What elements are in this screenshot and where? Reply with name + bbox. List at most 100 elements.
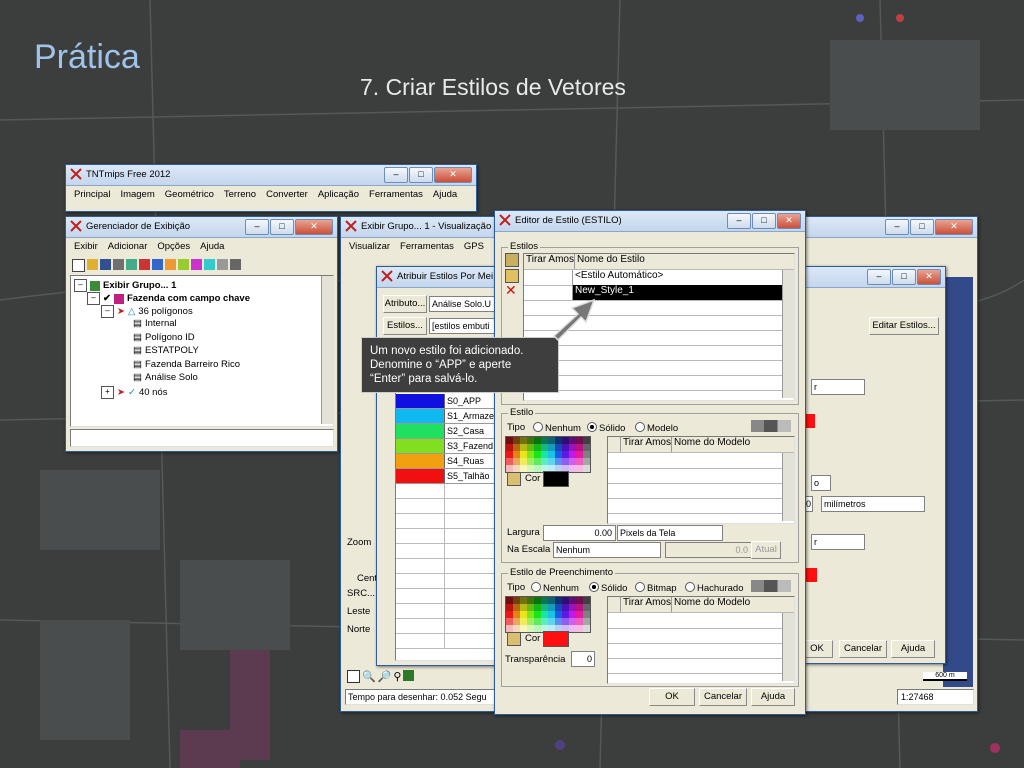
menu-ajuda[interactable]: Ajuda	[200, 241, 224, 252]
minimize-button[interactable]: –	[245, 219, 269, 235]
palette-swatch[interactable]	[569, 611, 576, 618]
menu-adicionar[interactable]: Adicionar	[108, 241, 148, 252]
palette-swatch[interactable]	[548, 604, 555, 611]
palette-swatch[interactable]	[506, 451, 513, 458]
palette-swatch[interactable]	[513, 625, 520, 632]
fill-color-palette[interactable]	[505, 596, 591, 633]
palette-swatch[interactable]	[583, 437, 590, 444]
layer-icon[interactable]	[347, 670, 360, 683]
style-assignment-row[interactable]: S5_Talhão	[396, 469, 494, 484]
transparency-input[interactable]: 0	[571, 651, 595, 667]
close-button[interactable]: ✕	[777, 213, 801, 229]
fill-select[interactable]: r	[811, 534, 865, 550]
style-name-editing[interactable]: New_Style_1	[573, 285, 794, 300]
palette-swatch[interactable]	[562, 437, 569, 444]
palette-swatch[interactable]	[583, 597, 590, 604]
palette-swatch[interactable]	[520, 458, 527, 465]
style-assignment-row[interactable]: S2_Casa	[396, 424, 494, 439]
tree-nodes[interactable]: + ➤ ✓ 40 nós	[101, 386, 167, 399]
radio-icon[interactable]	[533, 422, 543, 432]
extent-icon[interactable]	[403, 670, 415, 681]
palette-swatch[interactable]	[506, 465, 513, 472]
scale-value[interactable]: 0.0	[665, 542, 752, 558]
copy-style-icon[interactable]	[505, 269, 519, 283]
pattern-row[interactable]	[608, 453, 794, 469]
collapse-icon[interactable]: –	[101, 305, 114, 318]
palette-swatch[interactable]	[520, 451, 527, 458]
palette-swatch[interactable]	[555, 618, 562, 625]
table-icon[interactable]	[230, 259, 241, 270]
menu-ferramentas[interactable]: Ferramentas	[400, 241, 454, 252]
palette-swatch[interactable]	[527, 437, 534, 444]
palette-swatch[interactable]	[562, 611, 569, 618]
palette-swatch[interactable]	[520, 618, 527, 625]
style-assignment-row[interactable]: S0_APP	[396, 394, 494, 409]
new-style-icon[interactable]	[505, 253, 519, 267]
tree-table-internal[interactable]: ▤ Internal	[133, 318, 177, 329]
pattern-row[interactable]	[608, 658, 794, 674]
palette-swatch[interactable]	[520, 604, 527, 611]
palette-swatch[interactable]	[534, 437, 541, 444]
palette-swatch[interactable]	[562, 451, 569, 458]
line-type-solid[interactable]: Sólido	[587, 422, 625, 434]
tree-table-analise-solo[interactable]: ▤ Análise Solo	[133, 372, 198, 383]
minimize-button[interactable]: –	[867, 269, 891, 285]
tree-table-estatpoly[interactable]: ▤ ESTATPOLY	[133, 345, 199, 356]
palette-swatch[interactable]	[569, 618, 576, 625]
pattern-scrollbar[interactable]	[782, 453, 794, 521]
ok-button[interactable]: OK	[649, 688, 695, 706]
style-assignment-row[interactable]: S1_Armaze	[396, 409, 494, 424]
palette-swatch[interactable]	[548, 437, 555, 444]
palette-swatch[interactable]	[555, 458, 562, 465]
styles-scrollbar[interactable]	[782, 270, 794, 398]
palette-swatch[interactable]	[520, 437, 527, 444]
close-button[interactable]: ✕	[917, 269, 941, 285]
line-type-none[interactable]: Nenhum	[533, 422, 581, 434]
palette-swatch[interactable]	[548, 444, 555, 451]
region-icon[interactable]	[191, 259, 202, 270]
palette-swatch[interactable]	[527, 597, 534, 604]
palette-swatch[interactable]	[555, 444, 562, 451]
pattern-row[interactable]	[608, 613, 794, 629]
cancel-button[interactable]: Cancelar	[839, 640, 887, 658]
palette-swatch[interactable]	[576, 604, 583, 611]
col-pattern-name-header[interactable]: Nome do Modelo	[672, 597, 750, 612]
radio-icon[interactable]	[685, 582, 695, 592]
palette-swatch[interactable]	[534, 451, 541, 458]
line-color-picker-icon[interactable]	[507, 472, 521, 486]
fill-pattern-scrollbar[interactable]	[782, 613, 794, 681]
palette-swatch[interactable]	[569, 604, 576, 611]
tree-table-fazenda[interactable]: ▤ Fazenda Barreiro Rico	[133, 359, 240, 370]
palette-swatch[interactable]	[555, 451, 562, 458]
tree-table-polygon-id[interactable]: ▤ Polígono ID	[133, 332, 195, 343]
collapse-icon[interactable]: –	[87, 292, 100, 305]
maximize-button[interactable]: □	[752, 213, 776, 229]
palette-swatch[interactable]	[520, 465, 527, 472]
palette-swatch[interactable]	[576, 618, 583, 625]
palette-swatch[interactable]	[541, 437, 548, 444]
palette-swatch[interactable]	[513, 618, 520, 625]
pattern-row[interactable]	[608, 628, 794, 644]
palette-swatch[interactable]	[583, 604, 590, 611]
menu-ferramentas[interactable]: Ferramentas	[369, 189, 423, 200]
zoom-in-icon[interactable]: 🔍	[362, 670, 376, 683]
tree-layer[interactable]: – ✔ Fazenda com campo chave	[87, 292, 250, 305]
attribute-field[interactable]: Análise Solo.U	[429, 296, 495, 312]
col-name-header[interactable]: Nome do Estilo	[575, 254, 645, 269]
palette-swatch[interactable]	[527, 611, 534, 618]
palette-swatch[interactable]	[513, 444, 520, 451]
palette-swatch[interactable]	[569, 597, 576, 604]
palette-swatch[interactable]	[506, 437, 513, 444]
maximize-button[interactable]: □	[270, 219, 294, 235]
print-icon[interactable]	[113, 259, 124, 270]
palette-swatch[interactable]	[527, 444, 534, 451]
palette-swatch[interactable]	[541, 611, 548, 618]
palette-swatch[interactable]	[576, 625, 583, 632]
menu-ajuda[interactable]: Ajuda	[433, 189, 457, 200]
pattern-tools-icon[interactable]	[751, 420, 791, 432]
cad-icon[interactable]	[152, 259, 163, 270]
fill-type-solid[interactable]: Sólido	[589, 582, 627, 594]
edit-styles-button[interactable]: Editar Estilos...	[869, 317, 939, 335]
collapse-icon[interactable]: –	[74, 279, 87, 292]
palette-swatch[interactable]	[527, 451, 534, 458]
